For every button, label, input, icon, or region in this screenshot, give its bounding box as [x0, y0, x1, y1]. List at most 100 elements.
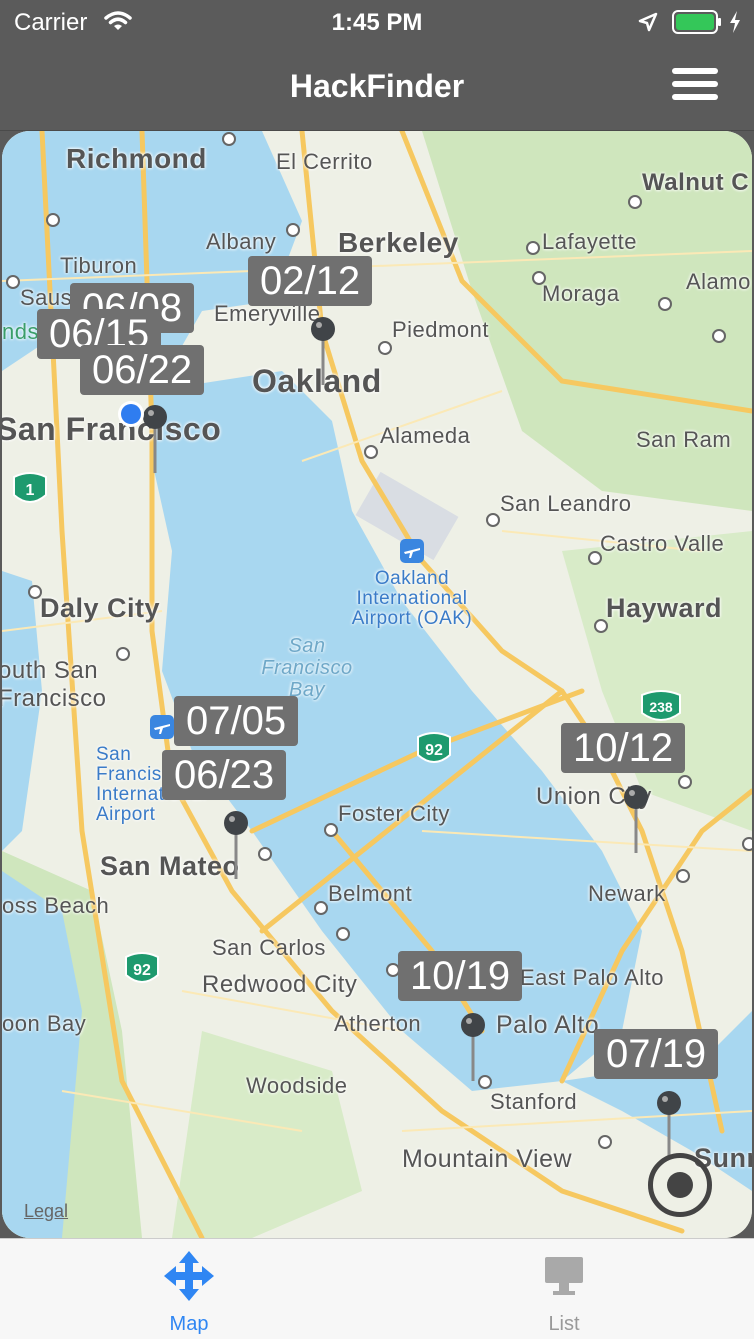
navigation-bar: HackFinder	[0, 44, 754, 131]
event-date-callout[interactable]: 06/22	[80, 345, 205, 395]
place-label: Palo Alto	[496, 1011, 600, 1039]
town-dot	[378, 341, 392, 355]
town-dot	[628, 195, 642, 209]
page-title: HackFinder	[289, 68, 465, 104]
highway-shield-icon: 238	[641, 690, 681, 721]
town-dot	[28, 585, 42, 599]
place-label: Piedmont	[392, 317, 489, 342]
menu-line-icon	[672, 81, 718, 87]
town-dot	[676, 869, 690, 883]
place-label: Woodside	[246, 1073, 348, 1098]
place-label: oon Bay	[2, 1011, 87, 1036]
place-label: Foster City	[338, 801, 450, 826]
battery-icon	[672, 10, 721, 34]
highway-shield-icon: 1	[13, 472, 47, 503]
airport-icon	[400, 539, 424, 563]
place-label: Richmond	[66, 143, 207, 174]
charging-bolt-icon	[730, 11, 740, 33]
town-dot	[658, 297, 672, 311]
event-date-callout[interactable]: 07/05	[174, 696, 299, 746]
map-view[interactable]: Richmond El Cerrito Walnut C Albany Berk…	[2, 131, 752, 1238]
town-dot	[594, 619, 608, 633]
tab-list[interactable]: List	[484, 1239, 644, 1339]
event-date-callout[interactable]: 06/23	[162, 750, 287, 800]
town-dot	[588, 551, 602, 565]
town-dot	[324, 823, 338, 837]
status-bar: Carrier 1:45 PM	[0, 0, 754, 44]
move-arrows-icon	[164, 1251, 214, 1301]
place-label: Newark	[588, 881, 666, 906]
place-label: El Cerrito	[276, 149, 373, 174]
place-label: San Francisco Bay	[261, 635, 353, 701]
place-label: Stanford	[490, 1089, 578, 1114]
highway-number: 92	[133, 962, 151, 979]
place-label: Moraga	[542, 281, 620, 306]
place-label: Tiburon	[60, 253, 138, 278]
place-label: East Palo Alto	[520, 965, 664, 990]
place-label: Berkeley	[338, 227, 459, 258]
town-dot	[258, 847, 272, 861]
event-date-callout[interactable]: 10/19	[398, 951, 523, 1001]
map-pin-icon[interactable]	[654, 1089, 684, 1159]
event-date-callout[interactable]: 10/12	[561, 723, 686, 773]
town-dot	[598, 1135, 612, 1149]
legal-link[interactable]: Legal	[24, 1201, 68, 1222]
place-label: San Carlos	[212, 935, 326, 960]
place-label: oss Beach	[2, 893, 110, 918]
town-dot	[314, 901, 328, 915]
location-arrow-icon	[638, 12, 658, 32]
hamburger-menu-button[interactable]	[672, 68, 718, 104]
tab-map-label: Map	[169, 1313, 209, 1335]
town-dot	[6, 275, 20, 289]
event-date-callout[interactable]: 07/19	[594, 1029, 719, 1079]
airport-icon	[150, 715, 174, 739]
place-label: nds	[2, 319, 39, 344]
map-pin-icon[interactable]	[221, 809, 251, 879]
town-dot	[678, 775, 692, 789]
place-label: San Mateo	[100, 851, 240, 881]
highway-shield-icon: 92	[125, 952, 159, 983]
place-label: San Ram	[636, 427, 732, 452]
place-label: Belmont	[328, 881, 413, 906]
town-dot	[712, 329, 726, 343]
town-dot	[336, 927, 350, 941]
place-label: Walnut C	[642, 169, 750, 196]
place-label: Redwood City	[202, 971, 358, 998]
event-date-callout[interactable]: 02/12	[248, 256, 373, 306]
monitor-icon	[545, 1257, 583, 1295]
tab-list-label: List	[548, 1313, 580, 1335]
locate-me-button[interactable]	[648, 1153, 712, 1217]
place-label: Lafayette	[542, 229, 638, 254]
place-label: Hayward	[606, 593, 723, 623]
tab-map[interactable]: Map	[109, 1239, 269, 1339]
town-dot	[116, 647, 130, 661]
tab-bar: Map List	[0, 1238, 754, 1339]
map-pin-icon[interactable]	[458, 1011, 488, 1081]
place-label: Alamo	[686, 269, 751, 294]
place-label: Mountain View	[402, 1145, 573, 1173]
menu-line-icon	[672, 94, 718, 100]
place-label: Daly City	[40, 593, 161, 623]
place-label: Oakland International Airport (OAK)	[351, 568, 473, 629]
highway-number: 92	[425, 742, 443, 759]
place-label: outh San Francisco	[2, 657, 107, 712]
place-label: San Francisco	[2, 411, 222, 447]
highway-number: 238	[649, 699, 673, 715]
town-dot	[526, 241, 540, 255]
town-dot	[742, 837, 752, 851]
place-label: Castro Valle	[600, 531, 725, 556]
menu-line-icon	[672, 68, 718, 74]
highway-shield-icon: 92	[417, 732, 451, 763]
town-dot	[286, 223, 300, 237]
map-pin-icon[interactable]	[621, 783, 651, 853]
place-label: San Leandro	[500, 491, 632, 516]
town-dot	[222, 132, 236, 146]
town-dot	[46, 213, 60, 227]
map-pin-icon[interactable]	[308, 315, 338, 385]
current-location-dot-icon	[118, 401, 144, 427]
place-label: Saus	[20, 285, 73, 310]
town-dot	[364, 445, 378, 459]
place-label: Albany	[206, 229, 277, 254]
town-dot	[486, 513, 500, 527]
town-dot	[532, 271, 546, 285]
